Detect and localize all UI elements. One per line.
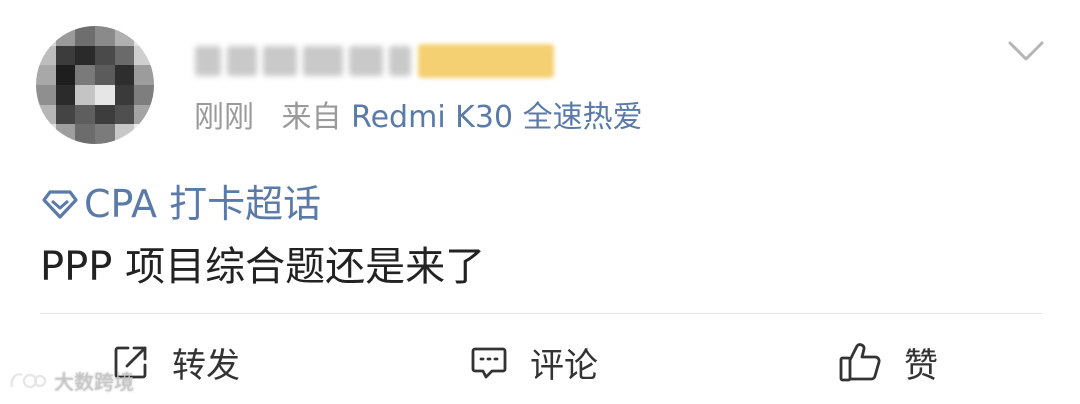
- post-time: 刚刚: [194, 100, 254, 135]
- post-content: PPP 项目综合题还是来了: [40, 244, 486, 290]
- username[interactable]: [195, 42, 415, 80]
- comment-icon: [471, 347, 507, 379]
- thumbs-up-icon: [839, 343, 881, 382]
- topic-link[interactable]: CPA 打卡超话: [40, 178, 321, 230]
- device-source[interactable]: Redmi K30 全速热爱: [351, 100, 642, 135]
- watermark-text: 大数跨境: [54, 370, 134, 394]
- source-prefix: 来自: [281, 100, 342, 135]
- comment-button[interactable]: 评论: [470, 336, 598, 388]
- comment-label: 评论: [530, 345, 598, 386]
- watermark: 大数跨境: [8, 366, 134, 395]
- avatar[interactable]: [36, 26, 154, 144]
- divider: [40, 313, 1042, 314]
- watermark-logo-icon: [10, 372, 47, 388]
- repost-label: 转发: [172, 345, 240, 386]
- post-meta: 刚刚 来自 Redmi K30 全速热爱: [194, 96, 643, 140]
- like-button[interactable]: 赞: [838, 336, 938, 388]
- chevron-down-icon[interactable]: [1006, 38, 1046, 64]
- diamond-icon: [42, 190, 78, 219]
- topic-label: CPA 打卡超话: [84, 182, 322, 226]
- user-badge: [418, 44, 554, 78]
- like-label: 赞: [904, 345, 938, 386]
